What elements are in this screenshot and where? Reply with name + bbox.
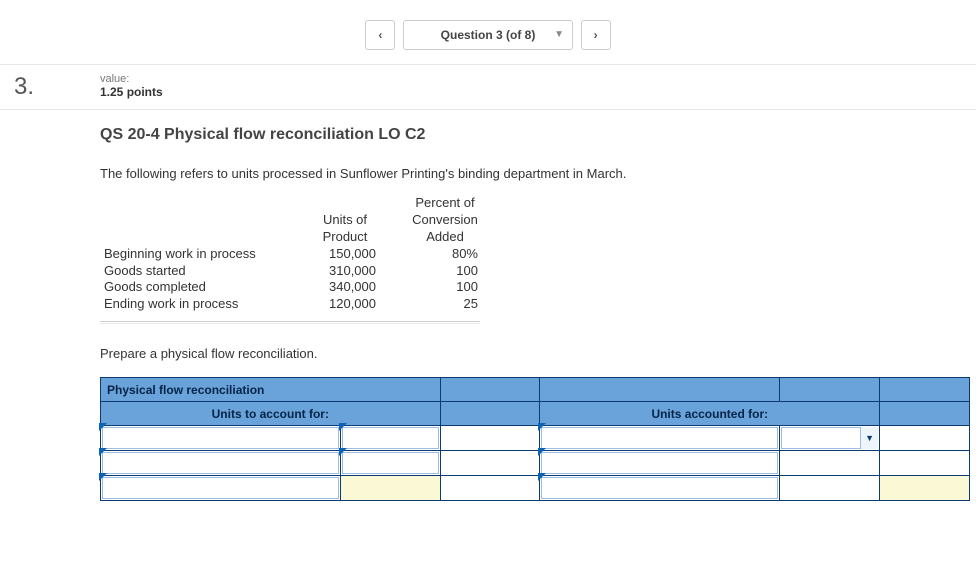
row-pct: 80% [390,246,500,263]
col2-header-line1: Percent of [390,195,500,212]
row-pct: 100 [390,263,500,280]
table-row: Beginning work in process 150,000 80% [100,246,500,263]
row-units: 340,000 [300,279,390,296]
chevron-down-icon: ▼ [554,21,564,49]
edit-marker-icon [538,448,546,456]
question-intro: The following refers to units processed … [100,166,936,181]
row-label: Goods started [100,263,300,280]
left-desc-input-3[interactable] [102,477,339,499]
left-desc-input-2[interactable] [102,452,339,474]
table-row: Ending work in process 120,000 25 [100,296,500,313]
next-question-button[interactable]: › [581,20,611,50]
question-nav-bar: ‹ Question 3 (of 8) ▼ › [0,0,976,64]
edit-marker-icon [538,423,546,431]
question-number: 3. [0,73,100,101]
row-units: 120,000 [300,296,390,313]
left-value-input-2[interactable] [342,452,439,474]
question-content: QS 20-4 Physical flow reconciliation LO … [0,126,976,501]
row-units: 310,000 [300,263,390,280]
prepare-instruction: Prepare a physical flow reconciliation. [100,346,936,361]
prev-question-button[interactable]: ‹ [365,20,395,50]
right-desc-input-3[interactable] [541,477,778,499]
row-label: Goods completed [100,279,300,296]
question-selector-label: Question 3 (of 8) [441,28,536,42]
question-title: QS 20-4 Physical flow reconciliation LO … [100,126,936,144]
units-data-table: Percent of Units of Conversion Product A… [100,195,500,313]
edit-marker-icon [99,423,107,431]
edit-marker-icon [538,473,546,481]
col1-header-line1: Units of [300,212,390,229]
left-section-header: Units to account for: [101,402,441,426]
value-label: value: [100,73,163,85]
right-desc-input-1[interactable] [541,427,778,449]
right-desc-input-2[interactable] [541,452,778,474]
points-value: 1.25 points [100,85,163,99]
left-value-input-1[interactable] [342,427,439,449]
right-dropdown-1[interactable]: ▼ [780,426,880,451]
edit-marker-icon [339,448,347,456]
edit-marker-icon [99,448,107,456]
row-units: 150,000 [300,246,390,263]
recon-title: Physical flow reconciliation [101,378,441,402]
col2-header-line3: Added [390,229,500,246]
question-selector[interactable]: Question 3 (of 8) ▼ [403,20,573,50]
reconciliation-table: Physical flow reconciliation Units to ac… [100,377,970,501]
col2-header-line2: Conversion [390,212,500,229]
question-header: 3. value: 1.25 points [0,64,976,110]
table-row: Goods started 310,000 100 [100,263,500,280]
table-underline [100,321,480,324]
row-label: Beginning work in process [100,246,300,263]
row-pct: 25 [390,296,500,313]
row-label: Ending work in process [100,296,300,313]
right-section-header: Units accounted for: [540,402,880,426]
edit-marker-icon [339,423,347,431]
table-row: Goods completed 340,000 100 [100,279,500,296]
edit-marker-icon [99,473,107,481]
col1-header-line2: Product [300,229,390,246]
left-desc-input-1[interactable] [102,427,339,449]
chevron-down-icon: ▼ [860,427,878,449]
row-pct: 100 [390,279,500,296]
